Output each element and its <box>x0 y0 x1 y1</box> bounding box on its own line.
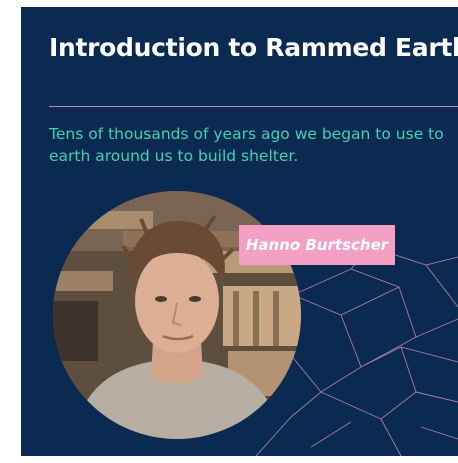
title-divider <box>49 106 458 107</box>
page-title: Introduction to Rammed Earth <box>49 33 458 62</box>
intro-card: Introduction to Rammed Earth Tens of tho… <box>21 7 458 456</box>
intro-text: Tens of thousands of years ago we began … <box>49 125 444 165</box>
speaker-name-tag: Hanno Burtscher <box>239 225 395 265</box>
